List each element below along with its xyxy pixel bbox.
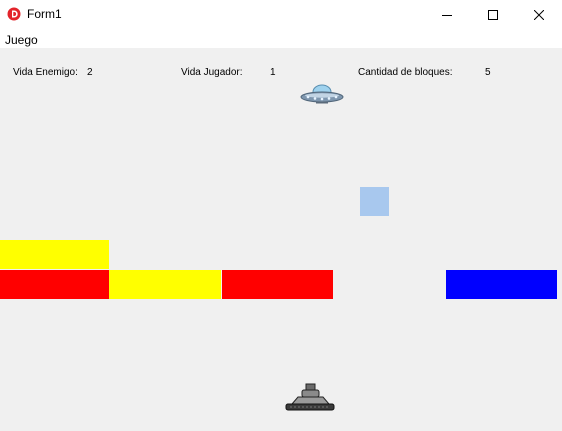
block-count-label: Cantidad de bloques: <box>358 67 453 78</box>
block-yellow-top <box>0 240 109 269</box>
title-bar: Form1 <box>0 0 562 30</box>
game-area: Vida Enemigo: 2 Vida Jugador: 1 Cantidad… <box>0 48 562 431</box>
window-title: Form1 <box>27 7 62 21</box>
minimize-button[interactable] <box>424 0 470 30</box>
enemy-life-value: 2 <box>87 67 93 78</box>
close-button[interactable] <box>516 0 562 30</box>
tank-sprite <box>285 383 335 411</box>
delphi-app-icon <box>7 7 21 21</box>
player-life-label: Vida Jugador: <box>181 67 243 78</box>
minimize-icon <box>442 15 452 16</box>
block-yellow-middle <box>109 270 221 299</box>
block-count-value: 5 <box>485 67 491 78</box>
maximize-button[interactable] <box>470 0 516 30</box>
maximize-icon <box>488 10 498 20</box>
enemy-life-label: Vida Enemigo: <box>13 67 78 78</box>
block-blue-right <box>446 270 557 299</box>
menu-bar: Juego <box>0 30 562 48</box>
block-red-middle <box>222 270 333 299</box>
close-icon <box>534 10 544 20</box>
projectile <box>360 187 389 216</box>
block-red-left <box>0 270 109 299</box>
ufo-sprite <box>300 84 344 104</box>
player-life-value: 1 <box>270 67 276 78</box>
menu-item-juego[interactable]: Juego <box>5 33 38 47</box>
